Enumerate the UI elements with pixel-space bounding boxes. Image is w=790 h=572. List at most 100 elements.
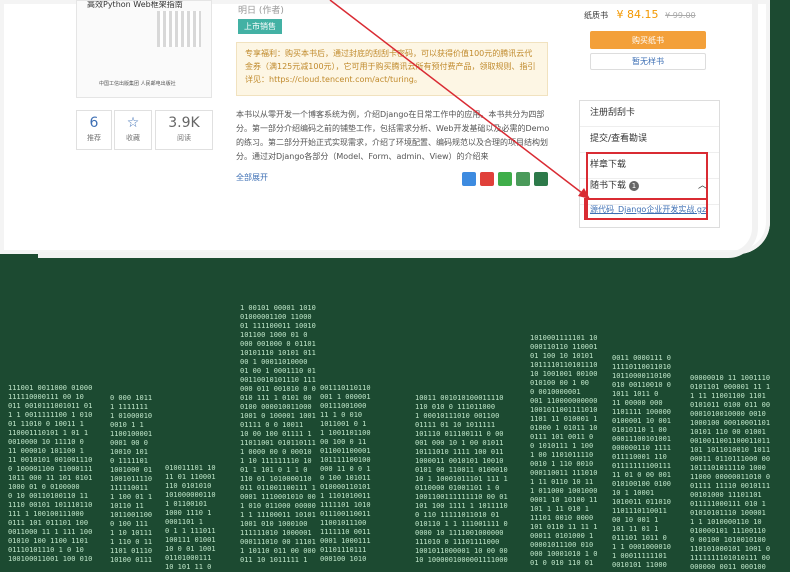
binary-text: 1 00011111101 bbox=[612, 552, 667, 560]
binary-text: 1 110 0 11 bbox=[110, 538, 152, 546]
binary-text: 111110000111 00 10 bbox=[8, 393, 84, 401]
binary-text: 110001110101 1 01 1 bbox=[8, 429, 88, 437]
binary-text: 01 0 010 110 01 bbox=[530, 559, 593, 567]
binary-text: 0 00100 1010010100 bbox=[690, 536, 766, 544]
binary-text: 100100011001 100 010 bbox=[8, 555, 92, 563]
binary-text: 1000011 0010101 10010 bbox=[415, 457, 504, 465]
binary-text: 01111111100111 bbox=[612, 462, 671, 470]
binary-text: 1110 00101 101110110 bbox=[8, 501, 92, 509]
binary-text: 1 00 1101011110 bbox=[530, 451, 593, 459]
binary-text: 1011 000 11 101 0101 bbox=[8, 474, 92, 482]
binary-text: 101 1 11 010 1 bbox=[530, 505, 589, 513]
binary-text: 01010110 1 00 bbox=[612, 426, 667, 434]
binary-text: 1101111 100000 bbox=[612, 408, 671, 416]
binary-text: 11001011100 bbox=[320, 519, 366, 527]
arrow-head bbox=[578, 188, 590, 199]
binary-text: 10111010 1111 100 011 bbox=[415, 448, 504, 456]
binary-text: 0001 1000111 bbox=[320, 537, 371, 545]
binary-text: 1 0000 00 0 00010 bbox=[240, 448, 312, 456]
binary-text: 01101000111 bbox=[165, 554, 211, 562]
binary-text: 1 1 0011111100 1 010 bbox=[8, 411, 92, 419]
binary-text: 1010001111101 10 bbox=[530, 334, 597, 342]
binary-text: 0001 10 10100 11 bbox=[530, 496, 597, 504]
binary-text: 0110000 01001101 1 0 bbox=[415, 484, 499, 492]
binary-text: 1 10 111111110 10 bbox=[240, 457, 312, 465]
binary-text: 10100 0111 bbox=[110, 556, 152, 564]
binary-text: 0 110 11111011010 01 bbox=[415, 511, 499, 519]
binary-text: 00011 0101000 1 bbox=[530, 532, 593, 540]
binary-text: 000 10001010 1 0 bbox=[530, 550, 597, 558]
binary-text: 111010 0 11101111000 bbox=[415, 538, 499, 546]
binary-text: 000 011 001010 0 0 bbox=[240, 385, 316, 393]
binary-text: 000000110 1111 bbox=[612, 444, 671, 452]
binary-text: 00110010101110 111 bbox=[240, 376, 316, 384]
binary-text: 10 101 11 0 bbox=[165, 563, 211, 571]
binary-text: 011101 1011 0 bbox=[612, 534, 667, 542]
binary-text: 011100110011 bbox=[320, 510, 371, 518]
binary-text: 11000 00000011010 0 bbox=[690, 473, 770, 481]
binary-text: 1001 0 100001 1001 bbox=[240, 412, 316, 420]
binary-text: 11 000010 101100 1 bbox=[8, 447, 84, 455]
binary-text: 101111100100 bbox=[320, 456, 371, 464]
binary-text: 101 11 01 1 bbox=[612, 525, 658, 533]
binary-city-illustration: 1 00101 00001 101001000001100 1100001 11… bbox=[8, 304, 770, 571]
binary-text: 111001 0011000 01000 bbox=[8, 384, 92, 392]
binary-text: 000 001000 0 01101 bbox=[240, 340, 316, 348]
binary-text: 1 1111111 bbox=[110, 403, 148, 411]
binary-text: 1 10110 011 00 000 bbox=[240, 547, 316, 555]
binary-text: 1111111101010111 00 bbox=[690, 554, 770, 562]
binary-text: 01111 0 0 10011 bbox=[240, 421, 303, 429]
binary-text: 10110 11 bbox=[110, 502, 144, 510]
binary-text: 0 100001100 11000111 bbox=[8, 465, 92, 473]
binary-text: 1 11 11001100 1101 bbox=[690, 392, 766, 400]
binary-rows: 1 00101 00001 101001000001100 1100001 11… bbox=[8, 304, 770, 571]
binary-text: 1101 01110 bbox=[110, 547, 152, 555]
binary-text: 0001010010000 0010 bbox=[690, 410, 766, 418]
binary-text: 1011 1011 0 bbox=[612, 390, 658, 398]
binary-text: 1000 1110 1 bbox=[165, 509, 211, 517]
binary-text: 010100 00 1 00 bbox=[530, 379, 589, 387]
binary-text: 00111001000 bbox=[320, 402, 366, 410]
binary-text: 11 00000 000 bbox=[612, 399, 663, 407]
binary-text: 01 00 1 0001110 01 bbox=[240, 367, 316, 375]
binary-text: 110101000101 1001 0 bbox=[690, 545, 770, 553]
binary-text: 01101110111 bbox=[320, 546, 366, 554]
binary-text: 0001101 1 bbox=[165, 518, 203, 526]
binary-text: 0101011 0100 011 00 bbox=[690, 401, 770, 409]
binary-text: 1 01000010 bbox=[110, 412, 152, 420]
binary-text: 11101 0010 0000 bbox=[530, 514, 593, 522]
binary-text: 101 100 1111 1 1011110 bbox=[415, 502, 508, 510]
binary-text: 100111 01001 bbox=[165, 536, 216, 544]
binary-text: 101110 011100111 0 00 bbox=[415, 430, 504, 438]
binary-text: 0 10 00110100110 11 bbox=[8, 492, 88, 500]
binary-text: 000000 0011 000100 bbox=[690, 563, 766, 571]
binary-text: 1 010 011000 00000 bbox=[240, 502, 316, 510]
binary-text: 0 1 1 111011 bbox=[165, 527, 216, 535]
binary-text: 00000010 11 1001110 bbox=[690, 374, 770, 382]
binary-text: 0 1111101 bbox=[110, 457, 148, 465]
binary-text: 10 1000001000001111000 bbox=[415, 556, 508, 564]
binary-text: 0000 10 1111001000000 bbox=[415, 529, 504, 537]
binary-text: 0 100 101011 bbox=[320, 474, 371, 482]
binary-text: 0100 000010011000 bbox=[240, 403, 312, 411]
binary-text: 1001100111111110 00 01 bbox=[415, 493, 508, 501]
binary-text: 10 0 01 1001 bbox=[165, 545, 216, 553]
binary-text: 11011001 010110111 bbox=[240, 439, 316, 447]
binary-text: 010011101 10 bbox=[165, 464, 216, 472]
binary-text: 11 01 0 00 001 bbox=[612, 471, 671, 479]
binary-text: 1111110 0011 bbox=[320, 528, 371, 536]
binary-text: 00 100 0 11 bbox=[320, 438, 366, 446]
binary-text: 000110110 110001 bbox=[530, 343, 597, 351]
binary-text: 011 10 1011111 1 bbox=[240, 556, 307, 564]
binary-text: 01000 1 01011 10 bbox=[530, 424, 597, 432]
binary-text: 0001 00 0 bbox=[110, 439, 148, 447]
binary-text: 1 00010111010 001100 bbox=[415, 412, 499, 420]
binary-text: 1101 11 010001 1 bbox=[530, 415, 597, 423]
binary-text: 1 1 11100011 10101 bbox=[240, 511, 316, 519]
binary-text: 01 100 10 10101 bbox=[530, 352, 593, 360]
binary-text: 101000000110 bbox=[165, 491, 216, 499]
binary-text: 1001011001111010 bbox=[530, 406, 597, 414]
binary-text: 000110011 111010 bbox=[530, 469, 597, 477]
binary-text: 01 11010 0 10011 1 bbox=[8, 420, 84, 428]
binary-text: 10110000110100 bbox=[612, 372, 671, 380]
